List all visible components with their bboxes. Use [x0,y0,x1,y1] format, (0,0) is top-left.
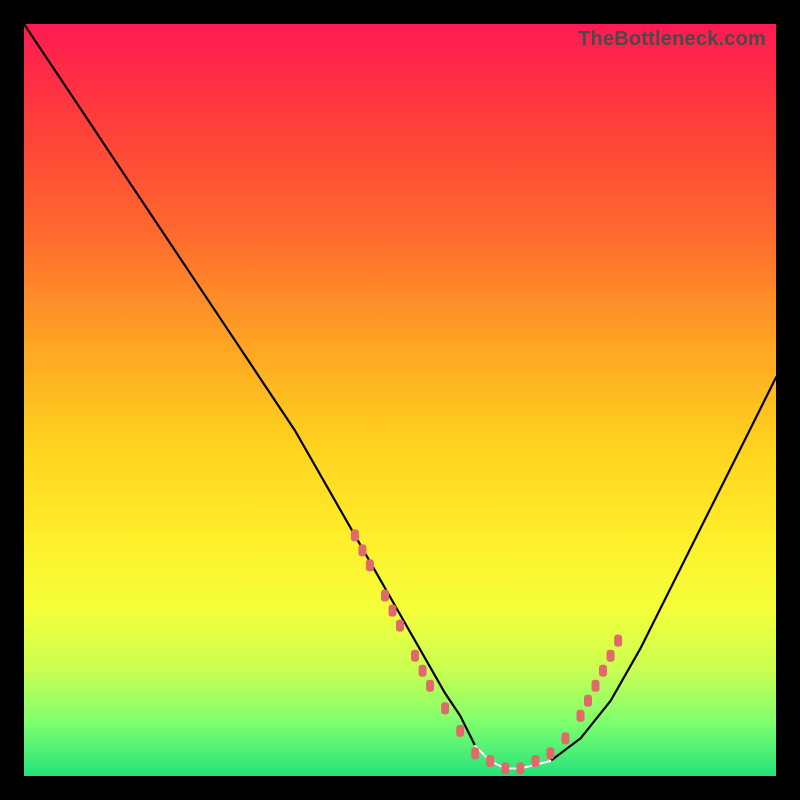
trough-marker [471,747,479,759]
trough-marker [456,725,464,737]
trough-marker [389,605,397,617]
bottleneck-curve-upper [24,24,776,769]
trough-marker [351,529,359,541]
trough-marker [441,702,449,714]
plot-area: TheBottleneck.com [24,24,776,776]
trough-marker [396,620,404,632]
trough-marker [419,665,427,677]
trough-marker [614,635,622,647]
trough-marker [607,650,615,662]
curve-svg [24,24,776,776]
trough-marker [486,755,494,767]
trough-marker [577,710,585,722]
curve-group [24,24,776,769]
trough-marker [516,763,524,775]
chart-frame: TheBottleneck.com [0,0,800,800]
trough-marker [358,544,366,556]
trough-marker [501,763,509,775]
trough-marker [531,755,539,767]
trough-marker [411,650,419,662]
trough-marker [381,590,389,602]
trough-marker [366,559,374,571]
trough-marker [546,747,554,759]
trough-marker [592,680,600,692]
trough-marker [584,695,592,707]
trough-marker [561,732,569,744]
trough-marker [599,665,607,677]
trough-marker [426,680,434,692]
